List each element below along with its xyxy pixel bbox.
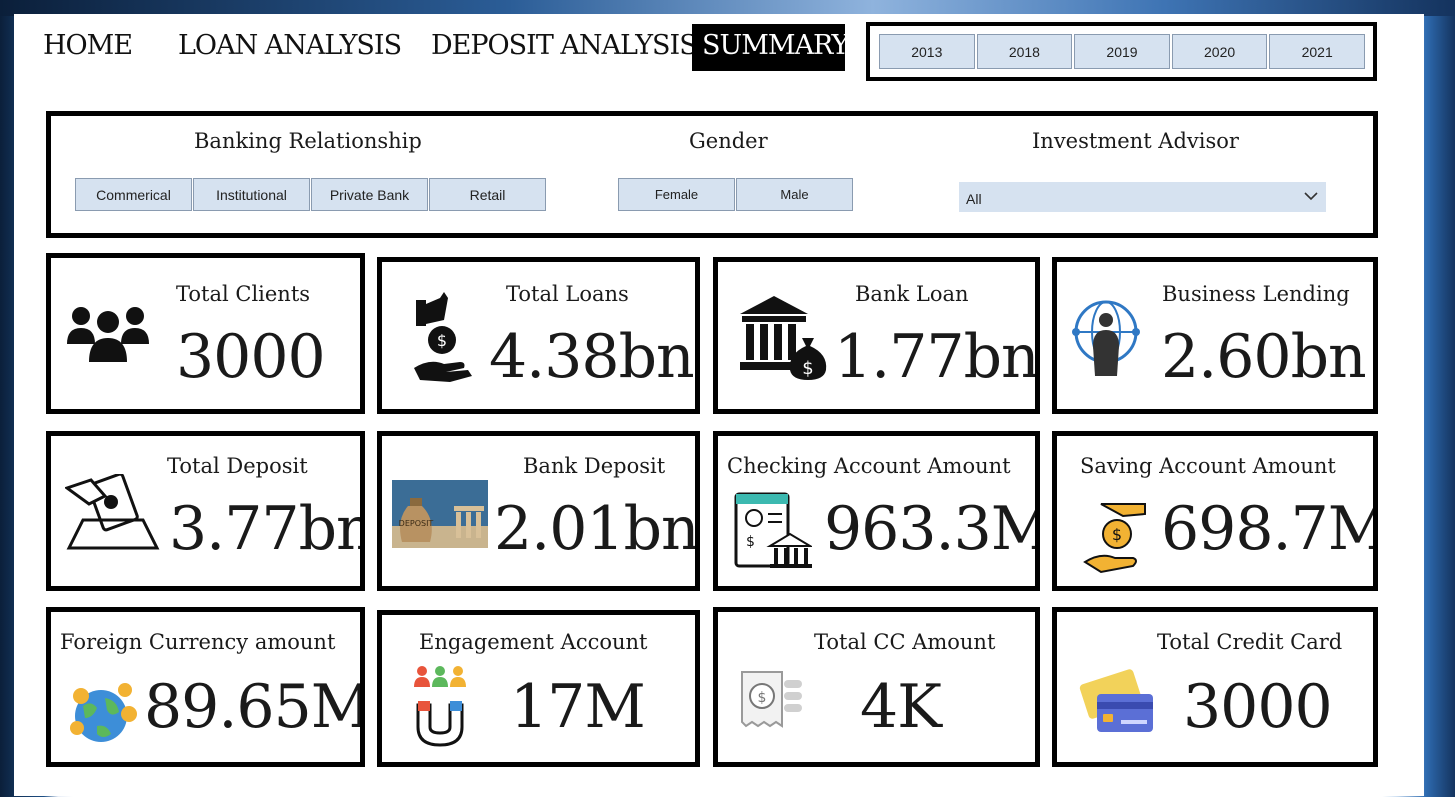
people-group-icon: [67, 307, 149, 362]
year-button-2021[interactable]: 2021: [1269, 34, 1365, 69]
chip-private-bank[interactable]: Private Bank: [311, 178, 428, 211]
chip-institutional[interactable]: Institutional: [193, 178, 310, 211]
year-button-2013[interactable]: 2013: [879, 34, 975, 69]
chip-retail[interactable]: Retail: [429, 178, 546, 211]
chevron-down-icon: [1304, 192, 1318, 201]
card-value: 89.65M: [144, 672, 365, 742]
card-title: Checking Account Amount: [727, 454, 1011, 478]
card-value: 3.77bn: [169, 494, 365, 564]
card-value: 17M: [510, 672, 646, 742]
receipt-coin-icon: $: [741, 671, 802, 728]
gender-title: Gender: [689, 129, 768, 153]
saving-hands-coin-icon: $: [1083, 503, 1146, 574]
tab-summary[interactable]: SUMMARY: [692, 24, 849, 71]
year-button-2020[interactable]: 2020: [1171, 34, 1268, 69]
chip-commerical[interactable]: Commerical: [75, 178, 192, 211]
card-title: Foreign Currency amount: [60, 630, 336, 654]
card-title: Bank Loan: [855, 282, 969, 306]
business-network-icon: [1072, 300, 1140, 376]
card-total-loans: Total Loans 4.38bn $: [377, 257, 700, 414]
deposit-bag-icon: DEPOSIT: [392, 480, 488, 548]
card-value: 698.7M: [1161, 494, 1378, 564]
svg-text:$: $: [746, 534, 755, 550]
chip-male[interactable]: Male: [736, 178, 853, 211]
card-total-clients: Total Clients 3000: [46, 253, 365, 414]
card-value: 3000: [1183, 672, 1333, 742]
card-total-cc-amount: Total CC Amount 4K $: [713, 607, 1040, 767]
card-saving-account: Saving Account Amount 698.7M $: [1052, 431, 1378, 591]
card-value: 2.60bn: [1161, 322, 1367, 392]
tab-loan-analysis[interactable]: LOAN ANALYSIS: [178, 26, 402, 70]
card-value: 2.01bn: [494, 494, 699, 564]
investment-advisor-title: Investment Advisor: [1032, 129, 1239, 153]
magnet-people-icon: [414, 666, 466, 747]
card-value: 963.3M: [824, 494, 1040, 564]
card-title: Total Loans: [506, 282, 629, 306]
dropdown-value: All: [966, 191, 982, 207]
card-total-credit-card: Total Credit Card 3000: [1052, 607, 1378, 767]
svg-text:DEPOSIT: DEPOSIT: [399, 519, 434, 528]
loan-hand-money-icon: $: [414, 292, 472, 382]
credit-cards-icon: [1079, 669, 1153, 732]
card-value: 1.77bn: [834, 322, 1039, 392]
svg-text:$: $: [1112, 525, 1122, 544]
year-button-2019[interactable]: 2019: [1074, 34, 1170, 69]
svg-text:$: $: [802, 358, 813, 379]
filter-panel: Banking Relationship Commerical Institut…: [46, 111, 1378, 238]
card-checking-account: Checking Account Amount 963.3M $: [713, 431, 1040, 591]
checking-statement-icon: $: [734, 492, 812, 568]
bank-money-bag-icon: $: [740, 296, 827, 380]
card-title: Bank Deposit: [523, 454, 666, 478]
card-value: 3000: [176, 322, 326, 392]
card-title: Business Lending: [1162, 282, 1350, 306]
card-title: Total Clients: [176, 282, 311, 306]
banking-relationship-title: Banking Relationship: [194, 129, 422, 153]
globe-coins-icon: [70, 683, 137, 742]
card-title: Total CC Amount: [814, 630, 996, 654]
card-value: 4.38bn: [489, 322, 695, 392]
tab-deposit-analysis[interactable]: DEPOSIT ANALYSIS: [431, 26, 698, 70]
card-business-lending: Business Lending 2.60bn: [1052, 257, 1378, 414]
year-button-2018[interactable]: 2018: [976, 34, 1073, 69]
card-engagement-account: Engagement Account 17M: [377, 610, 700, 767]
card-title: Engagement Account: [419, 630, 648, 654]
card-title: Saving Account Amount: [1080, 454, 1336, 478]
card-bank-loan: Bank Loan 1.77bn $: [713, 257, 1040, 414]
svg-text:$: $: [437, 331, 447, 350]
card-total-deposit: Total Deposit 3.77bn: [46, 431, 365, 591]
investment-advisor-dropdown[interactable]: All: [959, 182, 1326, 212]
svg-text:$: $: [758, 690, 767, 706]
card-value: 4K: [860, 672, 942, 742]
card-bank-deposit: Bank Deposit 2.01bn DEPOSIT: [377, 431, 700, 591]
deposit-slot-icon: [65, 474, 160, 550]
year-slicer: 2013 2018 2019 2020 2021: [866, 22, 1377, 81]
card-title: Total Credit Card: [1157, 630, 1343, 654]
tab-home[interactable]: HOME: [43, 26, 133, 70]
card-title: Total Deposit: [167, 454, 308, 478]
chip-female[interactable]: Female: [618, 178, 735, 211]
card-foreign-currency: Foreign Currency amount 89.65M: [46, 607, 365, 767]
